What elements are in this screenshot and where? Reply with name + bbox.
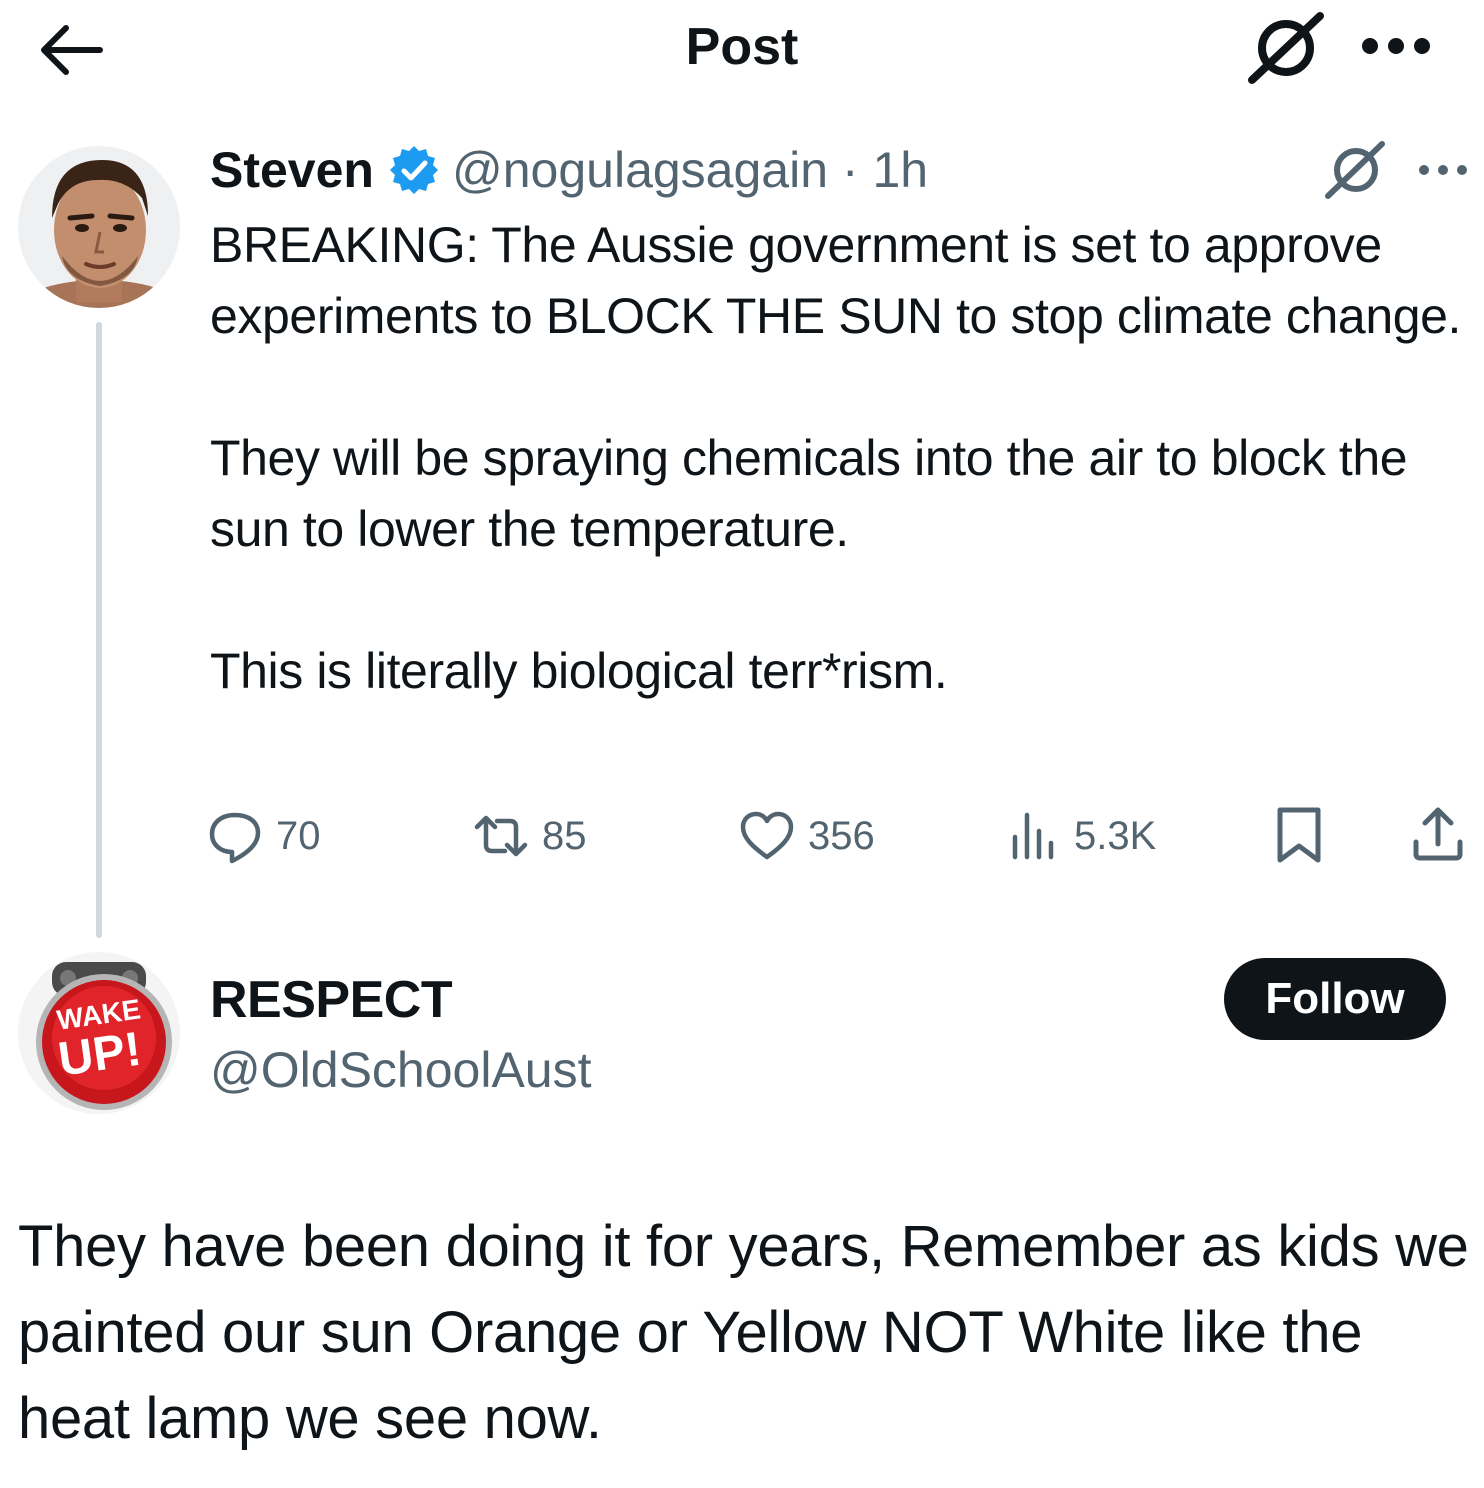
repost-icon: [474, 815, 528, 857]
tweet-paragraph: This is literally biological terr*rism.: [210, 643, 948, 699]
tweet-text: BREAKING: The Aussie government is set t…: [210, 210, 1478, 707]
share-icon[interactable]: [1406, 804, 1470, 866]
more-horizontal-icon[interactable]: [1360, 36, 1432, 56]
tweet-paragraph: BREAKING: The Aussie government is set t…: [210, 217, 1462, 344]
like-action[interactable]: 356: [738, 804, 875, 868]
reply-author-name[interactable]: RESPECT: [210, 966, 453, 1034]
analytics-icon: [1012, 812, 1054, 860]
author-name[interactable]: Steven: [210, 138, 374, 202]
bookmark-icon[interactable]: [1270, 804, 1328, 866]
like-count: 356: [808, 813, 875, 858]
reply-count: 70: [276, 813, 321, 858]
thread-line: [96, 322, 102, 938]
reply-icon: [209, 812, 261, 864]
repost-action[interactable]: 85: [472, 804, 587, 868]
heart-icon: [740, 811, 794, 860]
reply-author-handle[interactable]: @OldSchoolAust: [210, 1036, 592, 1104]
tweet-paragraph: They will be spraying chemicals into the…: [210, 430, 1408, 557]
repost-count: 85: [542, 813, 587, 858]
verified-badge-icon: [389, 146, 438, 194]
reply-author-avatar[interactable]: WAKE UP!: [18, 952, 180, 1114]
grok-icon[interactable]: [1244, 10, 1328, 84]
follow-button[interactable]: Follow: [1224, 958, 1446, 1040]
views-action[interactable]: 5.3K: [1004, 804, 1156, 868]
tweet-author-row: Steven @nogulagsagain · 1h: [210, 138, 928, 202]
reply-text: They have been doing it for years, Remem…: [18, 1214, 1469, 1451]
reply-action[interactable]: 70: [206, 804, 321, 868]
grok-icon[interactable]: [1322, 140, 1388, 200]
view-count: 5.3K: [1074, 813, 1157, 858]
author-handle-time[interactable]: @nogulagsagain · 1h: [452, 138, 928, 202]
more-horizontal-icon[interactable]: [1416, 160, 1470, 180]
author-avatar[interactable]: [18, 146, 180, 308]
